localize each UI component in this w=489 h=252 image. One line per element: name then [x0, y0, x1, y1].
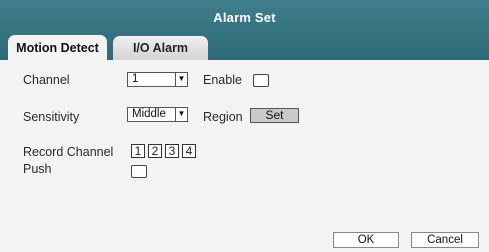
channel-select[interactable]: 1 ▼: [127, 72, 188, 87]
sensitivity-label: Sensitivity: [23, 110, 80, 124]
cancel-button[interactable]: Cancel: [411, 232, 479, 248]
region-label: Region: [203, 110, 243, 124]
alarm-set-dialog: Alarm Set Motion Detect I/O Alarm Channe…: [0, 0, 489, 252]
dialog-title: Alarm Set: [213, 10, 276, 25]
channel-label: Channel: [23, 73, 70, 87]
record-channel-label: Record Channel: [23, 145, 114, 159]
record-channel-1[interactable]: 1: [131, 144, 145, 158]
tab-io-alarm[interactable]: I/O Alarm: [113, 36, 208, 60]
enable-checkbox[interactable]: [253, 74, 269, 87]
dropdown-arrow-icon: ▼: [175, 73, 187, 86]
record-channel-3[interactable]: 3: [165, 144, 179, 158]
sensitivity-select[interactable]: Middle ▼: [127, 107, 188, 122]
channel-select-value: 1: [132, 73, 139, 85]
dropdown-arrow-icon: ▼: [175, 108, 187, 121]
ok-button[interactable]: OK: [333, 232, 399, 248]
push-label: Push: [23, 162, 52, 176]
region-set-button[interactable]: Set: [250, 108, 299, 123]
title-bar: Alarm Set Motion Detect I/O Alarm: [0, 0, 489, 60]
record-channel-2[interactable]: 2: [148, 144, 162, 158]
tab-motion-detect[interactable]: Motion Detect: [8, 35, 107, 60]
enable-label: Enable: [203, 73, 242, 87]
sensitivity-select-value: Middle: [132, 108, 166, 120]
record-channel-4[interactable]: 4: [182, 144, 196, 158]
push-checkbox[interactable]: [131, 165, 147, 178]
